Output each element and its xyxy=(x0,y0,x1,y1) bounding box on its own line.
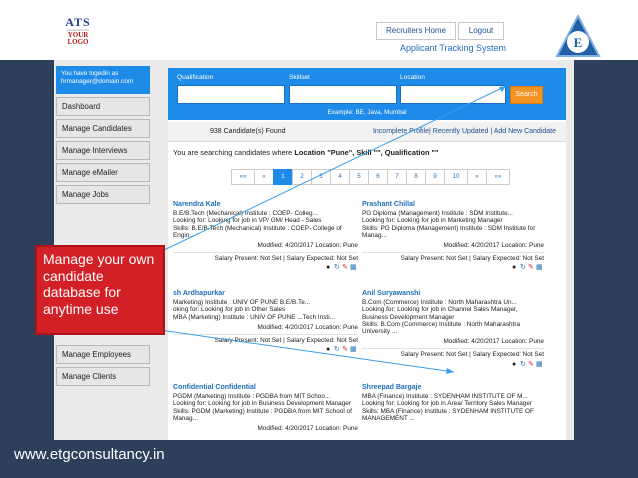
arrow-head-actions xyxy=(446,368,454,374)
footer-url: www.etgconsultancy.in xyxy=(14,446,165,463)
callout-arrows xyxy=(159,85,507,374)
arrow-line-search xyxy=(159,85,507,253)
callout-box: Manage your own candidate database for a… xyxy=(35,245,165,335)
arrow-line-actions xyxy=(159,329,455,373)
